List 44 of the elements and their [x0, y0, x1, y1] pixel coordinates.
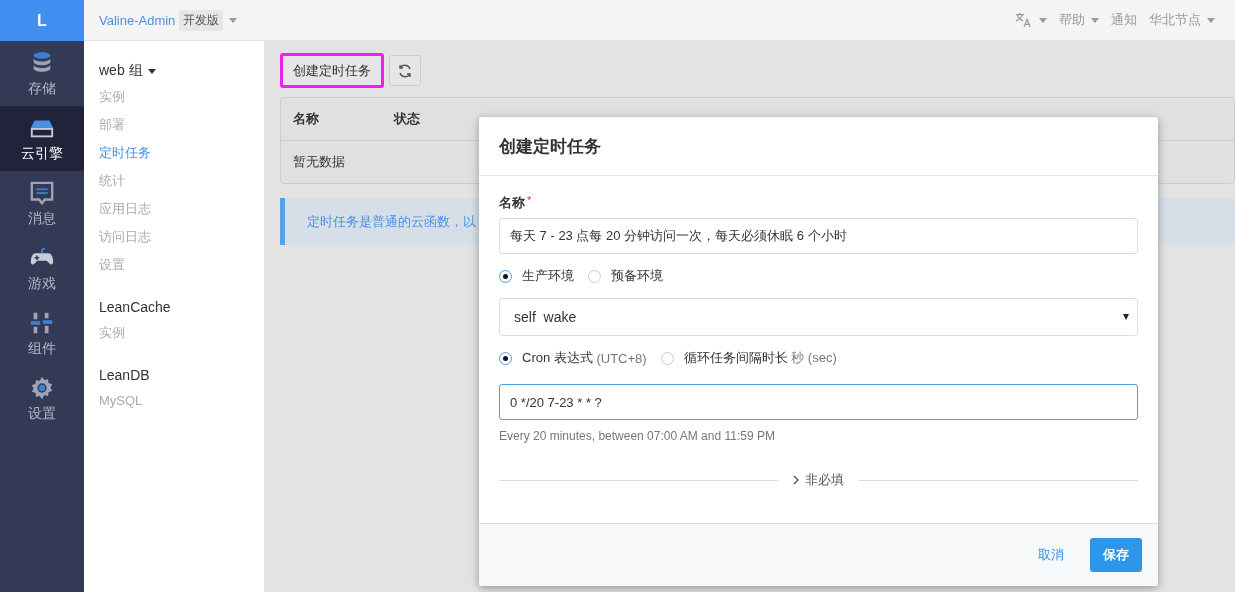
banner-text: 定时任务是普通的云函数，以 — [307, 212, 476, 231]
radio-label[interactable]: 循环任务间隔时长 — [683, 349, 788, 367]
caret-icon[interactable] — [229, 17, 238, 23]
app-link[interactable]: Valine-Admin — [99, 12, 176, 28]
environment-radio[interactable]: 生产环境 — [499, 267, 574, 285]
rail-item[interactable]: 组件 — [0, 301, 84, 366]
message-icon — [29, 179, 55, 206]
dialog-title: 创建定时任务 — [499, 135, 601, 158]
refresh-icon — [397, 62, 413, 79]
environment-badge: 开发版 — [179, 9, 224, 31]
optional-toggle[interactable]: 非必填 — [789, 471, 848, 489]
chevron-icon — [793, 475, 799, 485]
rail-item[interactable]: 设置 — [0, 366, 84, 431]
name-field[interactable]: 每天 7 - 23 点每 20 分钟访问一次，每天必须休眠 6 个小时 — [499, 218, 1138, 254]
save-button[interactable]: 保存 — [1090, 538, 1142, 572]
create-task-button[interactable]: 创建定时任务 — [280, 53, 384, 88]
unit-note: 秒 (sec) — [791, 349, 837, 367]
rail-item[interactable]: 云引擎 — [0, 106, 84, 171]
empty-message: 暂无数据 — [293, 153, 345, 171]
column-header: 状态 — [394, 110, 420, 128]
nav-item[interactable]: 定时任务 — [99, 139, 249, 167]
logo[interactable]: L — [0, 0, 84, 41]
nav-group-title[interactable]: LeanDB — [99, 363, 249, 387]
nav-group-title[interactable]: LeanCache — [99, 295, 249, 319]
cron-description: Every 20 minutes, between 07:00 AM and 11:59 PM — [499, 429, 776, 443]
nav-group-title[interactable]: web 组 — [99, 59, 249, 83]
translate-icon — [1015, 12, 1033, 28]
required-mark: * — [527, 194, 532, 206]
refresh-button[interactable] — [389, 55, 421, 86]
caret-icon — [1207, 17, 1215, 23]
caret-icon — [1039, 17, 1047, 23]
rail-item[interactable]: 存储 — [0, 41, 84, 106]
cancel-button[interactable]: 取消 — [1024, 538, 1078, 572]
rail-item[interactable]: 游戏 — [0, 236, 84, 301]
radio-label[interactable]: Cron 表达式 — [522, 349, 593, 367]
cron-field[interactable]: 0 */20 7-23 * * ? — [499, 384, 1138, 420]
rail-item[interactable]: 消息 — [0, 171, 84, 236]
function-select[interactable]: self wake — [499, 298, 1138, 336]
environment-radio[interactable]: 预备环境 — [588, 267, 663, 285]
field-label: 名称 — [499, 195, 525, 210]
unit-note: (UTC+8) — [596, 350, 647, 366]
caret-icon — [1091, 17, 1099, 23]
column-header: 名称 — [293, 110, 319, 128]
caret-icon — [147, 68, 156, 74]
